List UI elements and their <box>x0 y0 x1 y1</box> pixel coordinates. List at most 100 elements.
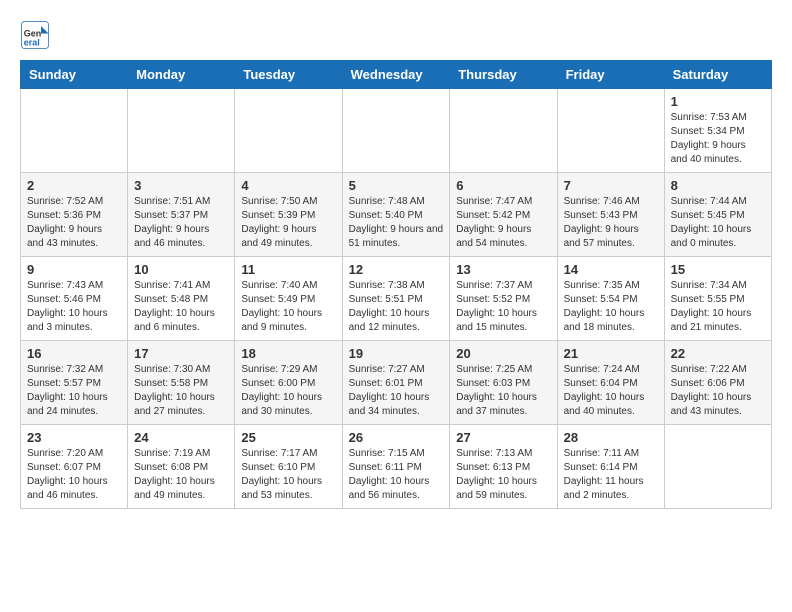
calendar-day-cell: 2 Sunrise: 7:52 AM Sunset: 5:36 PM Daylig… <box>21 173 128 257</box>
day-info: Sunrise: 7:53 AM Sunset: 5:34 PM Dayligh… <box>671 111 765 167</box>
day-info: Sunrise: 7:32 AM Sunset: 5:57 PM Dayligh… <box>27 363 121 419</box>
day-number: 3 <box>134 178 228 193</box>
calendar-day-cell: 7 Sunrise: 7:46 AM Sunset: 5:43 PM Daylig… <box>557 173 664 257</box>
day-number: 8 <box>671 178 765 193</box>
day-number: 28 <box>564 430 658 445</box>
day-info: Sunrise: 7:48 AM Sunset: 5:40 PM Dayligh… <box>349 195 444 251</box>
day-of-week-header: Tuesday <box>235 61 342 89</box>
day-info: Sunrise: 7:22 AM Sunset: 6:06 PM Dayligh… <box>671 363 765 419</box>
day-number: 25 <box>241 430 335 445</box>
calendar-day-cell: 19 Sunrise: 7:27 AM Sunset: 6:01 PM Dayli… <box>342 341 450 425</box>
calendar-day-cell: 3 Sunrise: 7:51 AM Sunset: 5:37 PM Daylig… <box>128 173 235 257</box>
calendar-day-cell: 12 Sunrise: 7:38 AM Sunset: 5:51 PM Dayli… <box>342 257 450 341</box>
day-number: 6 <box>456 178 550 193</box>
day-number: 4 <box>241 178 335 193</box>
calendar-day-cell: 8 Sunrise: 7:44 AM Sunset: 5:45 PM Daylig… <box>664 173 771 257</box>
calendar-day-cell: 25 Sunrise: 7:17 AM Sunset: 6:10 PM Dayli… <box>235 425 342 509</box>
day-info: Sunrise: 7:17 AM Sunset: 6:10 PM Dayligh… <box>241 447 335 503</box>
day-info: Sunrise: 7:20 AM Sunset: 6:07 PM Dayligh… <box>27 447 121 503</box>
calendar-day-cell: 4 Sunrise: 7:50 AM Sunset: 5:39 PM Daylig… <box>235 173 342 257</box>
calendar-week-row: 1 Sunrise: 7:53 AM Sunset: 5:34 PM Daylig… <box>21 89 772 173</box>
day-number: 9 <box>27 262 121 277</box>
day-info: Sunrise: 7:47 AM Sunset: 5:42 PM Dayligh… <box>456 195 550 251</box>
day-number: 26 <box>349 430 444 445</box>
calendar-day-cell: 21 Sunrise: 7:24 AM Sunset: 6:04 PM Dayli… <box>557 341 664 425</box>
calendar-week-row: 23 Sunrise: 7:20 AM Sunset: 6:07 PM Dayli… <box>21 425 772 509</box>
day-number: 11 <box>241 262 335 277</box>
day-number: 15 <box>671 262 765 277</box>
day-of-week-header: Wednesday <box>342 61 450 89</box>
day-number: 13 <box>456 262 550 277</box>
page-header: Gen eral <box>20 20 772 50</box>
day-info: Sunrise: 7:24 AM Sunset: 6:04 PM Dayligh… <box>564 363 658 419</box>
calendar-week-row: 16 Sunrise: 7:32 AM Sunset: 5:57 PM Dayli… <box>21 341 772 425</box>
day-info: Sunrise: 7:41 AM Sunset: 5:48 PM Dayligh… <box>134 279 228 335</box>
calendar-day-cell <box>128 89 235 173</box>
day-number: 5 <box>349 178 444 193</box>
calendar-day-cell <box>342 89 450 173</box>
calendar-day-cell: 13 Sunrise: 7:37 AM Sunset: 5:52 PM Dayli… <box>450 257 557 341</box>
day-of-week-header: Sunday <box>21 61 128 89</box>
day-number: 16 <box>27 346 121 361</box>
day-number: 22 <box>671 346 765 361</box>
day-info: Sunrise: 7:29 AM Sunset: 6:00 PM Dayligh… <box>241 363 335 419</box>
calendar-day-cell: 26 Sunrise: 7:15 AM Sunset: 6:11 PM Dayli… <box>342 425 450 509</box>
day-number: 12 <box>349 262 444 277</box>
day-info: Sunrise: 7:34 AM Sunset: 5:55 PM Dayligh… <box>671 279 765 335</box>
day-info: Sunrise: 7:30 AM Sunset: 5:58 PM Dayligh… <box>134 363 228 419</box>
calendar-week-row: 9 Sunrise: 7:43 AM Sunset: 5:46 PM Daylig… <box>21 257 772 341</box>
day-info: Sunrise: 7:46 AM Sunset: 5:43 PM Dayligh… <box>564 195 658 251</box>
calendar-day-cell: 15 Sunrise: 7:34 AM Sunset: 5:55 PM Dayli… <box>664 257 771 341</box>
calendar-day-cell: 1 Sunrise: 7:53 AM Sunset: 5:34 PM Daylig… <box>664 89 771 173</box>
day-info: Sunrise: 7:40 AM Sunset: 5:49 PM Dayligh… <box>241 279 335 335</box>
calendar-day-cell: 18 Sunrise: 7:29 AM Sunset: 6:00 PM Dayli… <box>235 341 342 425</box>
day-info: Sunrise: 7:51 AM Sunset: 5:37 PM Dayligh… <box>134 195 228 251</box>
day-info: Sunrise: 7:38 AM Sunset: 5:51 PM Dayligh… <box>349 279 444 335</box>
day-info: Sunrise: 7:13 AM Sunset: 6:13 PM Dayligh… <box>456 447 550 503</box>
day-number: 20 <box>456 346 550 361</box>
day-info: Sunrise: 7:37 AM Sunset: 5:52 PM Dayligh… <box>456 279 550 335</box>
calendar-day-cell: 5 Sunrise: 7:48 AM Sunset: 5:40 PM Daylig… <box>342 173 450 257</box>
calendar-table: SundayMondayTuesdayWednesdayThursdayFrid… <box>20 60 772 509</box>
calendar-day-cell <box>21 89 128 173</box>
day-info: Sunrise: 7:27 AM Sunset: 6:01 PM Dayligh… <box>349 363 444 419</box>
day-info: Sunrise: 7:52 AM Sunset: 5:36 PM Dayligh… <box>27 195 121 251</box>
day-number: 2 <box>27 178 121 193</box>
day-info: Sunrise: 7:35 AM Sunset: 5:54 PM Dayligh… <box>564 279 658 335</box>
day-number: 14 <box>564 262 658 277</box>
calendar-day-cell <box>664 425 771 509</box>
calendar-day-cell: 14 Sunrise: 7:35 AM Sunset: 5:54 PM Dayli… <box>557 257 664 341</box>
day-number: 1 <box>671 94 765 109</box>
calendar-day-cell: 9 Sunrise: 7:43 AM Sunset: 5:46 PM Daylig… <box>21 257 128 341</box>
calendar-day-cell: 6 Sunrise: 7:47 AM Sunset: 5:42 PM Daylig… <box>450 173 557 257</box>
day-info: Sunrise: 7:50 AM Sunset: 5:39 PM Dayligh… <box>241 195 335 251</box>
day-number: 19 <box>349 346 444 361</box>
day-info: Sunrise: 7:43 AM Sunset: 5:46 PM Dayligh… <box>27 279 121 335</box>
calendar-day-cell: 10Sunrise: 7:41 AM Sunset: 5:48 PM Dayli… <box>128 257 235 341</box>
day-number: 7 <box>564 178 658 193</box>
day-of-week-header: Monday <box>128 61 235 89</box>
calendar-day-cell: 28 Sunrise: 7:11 AM Sunset: 6:14 PM Dayli… <box>557 425 664 509</box>
day-number: 27 <box>456 430 550 445</box>
logo: Gen eral <box>20 20 54 50</box>
calendar-day-cell: 22 Sunrise: 7:22 AM Sunset: 6:06 PM Dayli… <box>664 341 771 425</box>
calendar-header-row: SundayMondayTuesdayWednesdayThursdayFrid… <box>21 61 772 89</box>
calendar-day-cell: 20 Sunrise: 7:25 AM Sunset: 6:03 PM Dayli… <box>450 341 557 425</box>
day-number: 18 <box>241 346 335 361</box>
day-info: Sunrise: 7:44 AM Sunset: 5:45 PM Dayligh… <box>671 195 765 251</box>
day-of-week-header: Thursday <box>450 61 557 89</box>
calendar-day-cell <box>235 89 342 173</box>
day-info: Sunrise: 7:19 AM Sunset: 6:08 PM Dayligh… <box>134 447 228 503</box>
day-number: 23 <box>27 430 121 445</box>
calendar-day-cell <box>450 89 557 173</box>
day-number: 24 <box>134 430 228 445</box>
day-info: Sunrise: 7:25 AM Sunset: 6:03 PM Dayligh… <box>456 363 550 419</box>
calendar-day-cell <box>557 89 664 173</box>
calendar-day-cell: 24 Sunrise: 7:19 AM Sunset: 6:08 PM Dayli… <box>128 425 235 509</box>
day-info: Sunrise: 7:11 AM Sunset: 6:14 PM Dayligh… <box>564 447 658 503</box>
day-of-week-header: Friday <box>557 61 664 89</box>
day-info: Sunrise: 7:15 AM Sunset: 6:11 PM Dayligh… <box>349 447 444 503</box>
calendar-week-row: 2 Sunrise: 7:52 AM Sunset: 5:36 PM Daylig… <box>21 173 772 257</box>
day-number: 21 <box>564 346 658 361</box>
day-number: 17 <box>134 346 228 361</box>
